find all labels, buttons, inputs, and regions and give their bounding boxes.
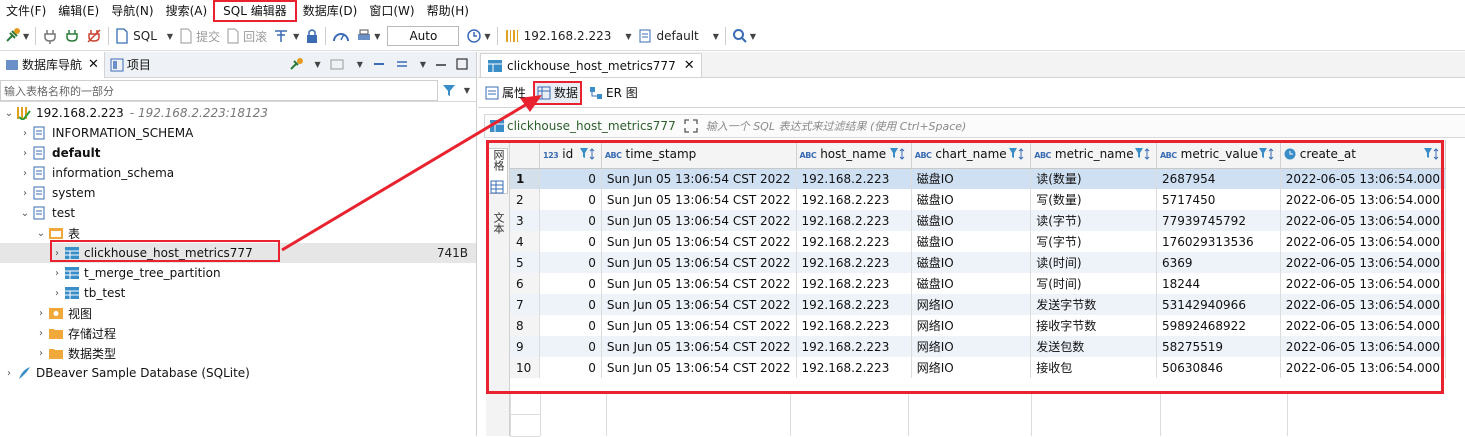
annotation-arrow [281,95,542,252]
